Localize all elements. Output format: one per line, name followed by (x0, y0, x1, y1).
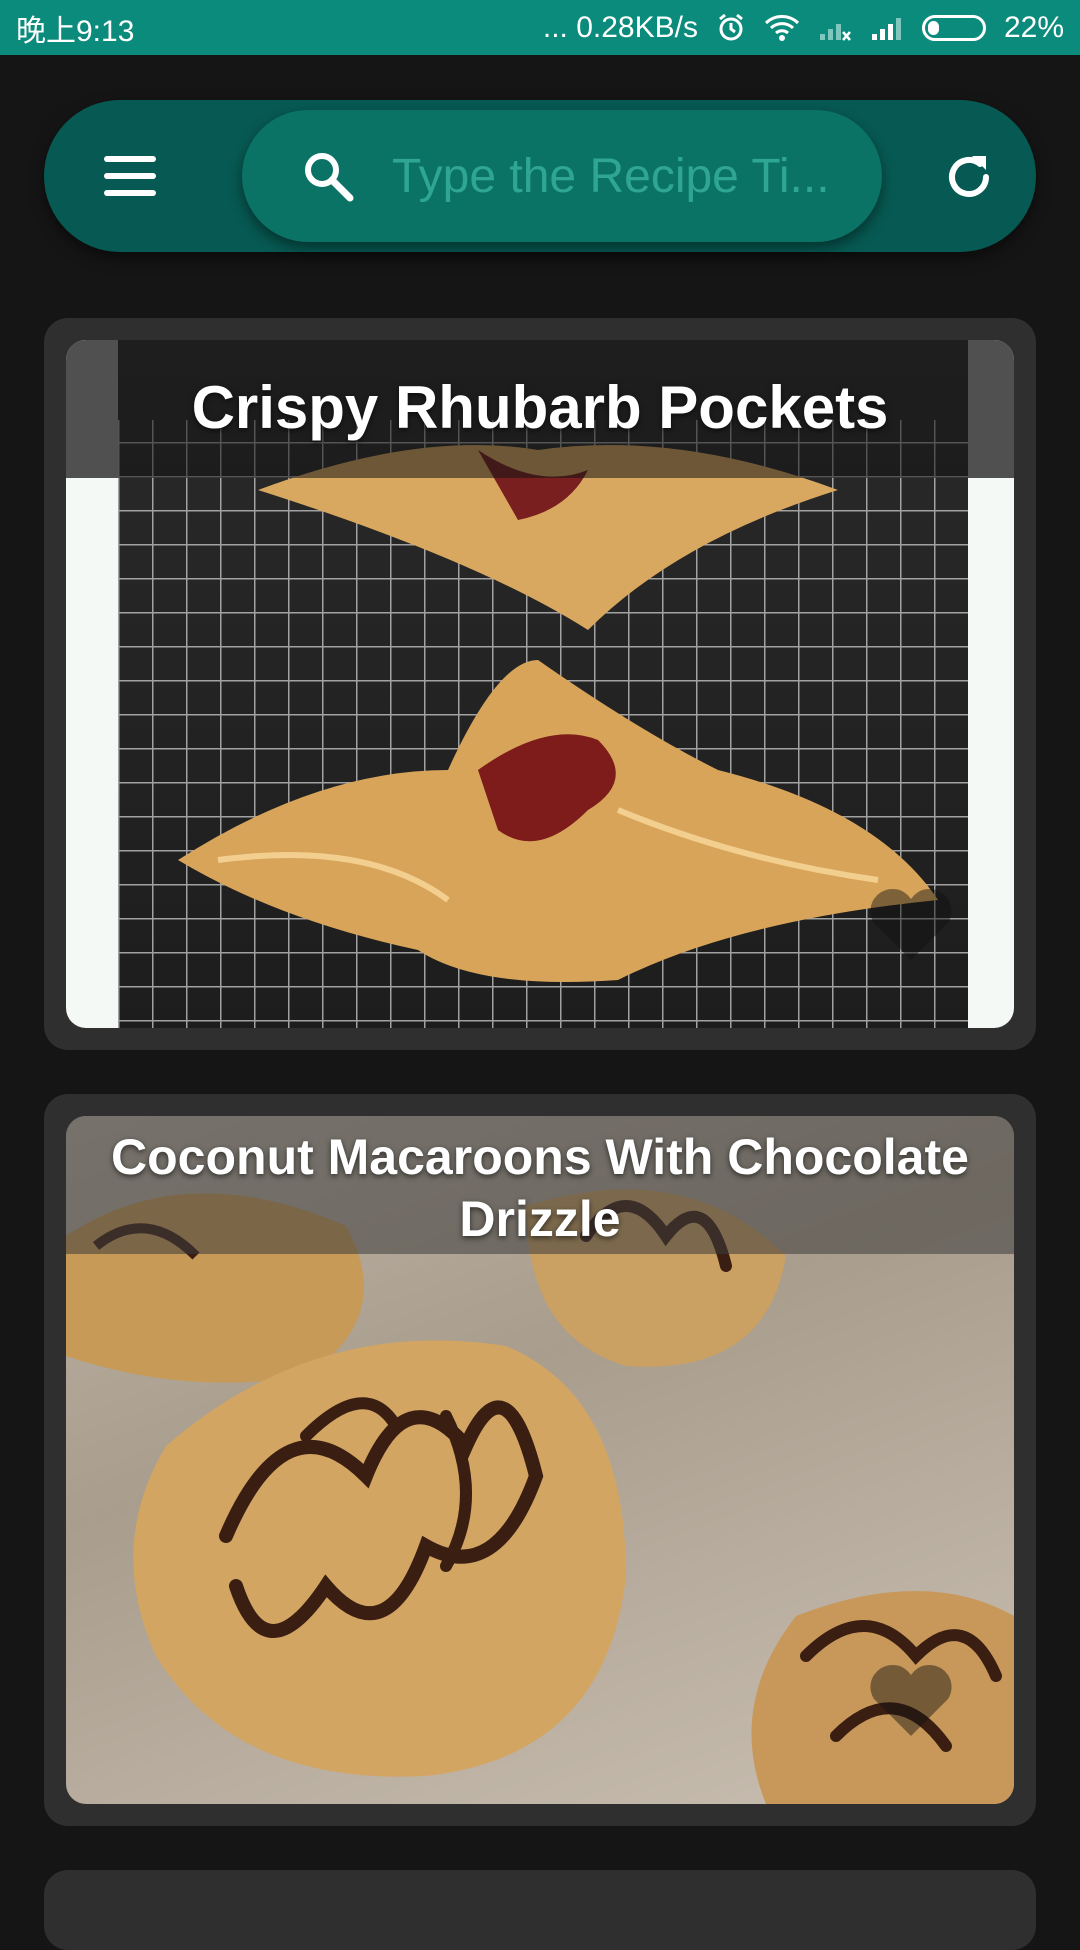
recipe-card[interactable]: Crispy Rhubarb Pockets (44, 318, 1036, 1050)
search-icon (305, 153, 354, 202)
toolbar (44, 100, 1036, 252)
refresh-icon[interactable] (942, 150, 996, 204)
recipe-card[interactable]: Coconut Macaroons With Chocolate Drizzle (44, 1094, 1036, 1826)
search-input[interactable] (392, 140, 832, 212)
search-box[interactable] (242, 110, 882, 242)
recipe-title: Coconut Macaroons With Chocolate Drizzle (111, 1129, 969, 1247)
battery-level (927, 20, 940, 35)
recipe-card[interactable] (44, 1870, 1036, 1950)
menu-icon-bar (104, 190, 156, 196)
heart-icon[interactable] (866, 1661, 956, 1741)
battery-icon (921, 14, 986, 41)
menu-icon (104, 156, 156, 162)
status-icons: ... 0.28KB/s 22% (543, 11, 1064, 45)
signal-icon (819, 23, 851, 41)
wifi-icon (764, 14, 799, 41)
heart-icon[interactable] (866, 885, 956, 965)
network-speed: ... 0.28KB/s (542, 10, 698, 44)
status-time: 晚上9:13 (16, 14, 135, 48)
recipe-card-image[interactable]: Crispy Rhubarb Pockets (66, 340, 1014, 1028)
signal-icon (871, 17, 901, 40)
status-bar: 晚上9:13 ... 0.28KB/s 22% (0, 0, 1080, 55)
recipe-title: Crispy Rhubarb Pockets (191, 374, 889, 441)
alarm-icon (719, 13, 743, 40)
recipe-card-image[interactable]: Coconut Macaroons With Chocolate Drizzle (66, 1116, 1014, 1804)
menu-icon-bar (104, 173, 156, 179)
menu-button[interactable] (104, 146, 164, 206)
battery-percent: 22% (1003, 10, 1064, 44)
